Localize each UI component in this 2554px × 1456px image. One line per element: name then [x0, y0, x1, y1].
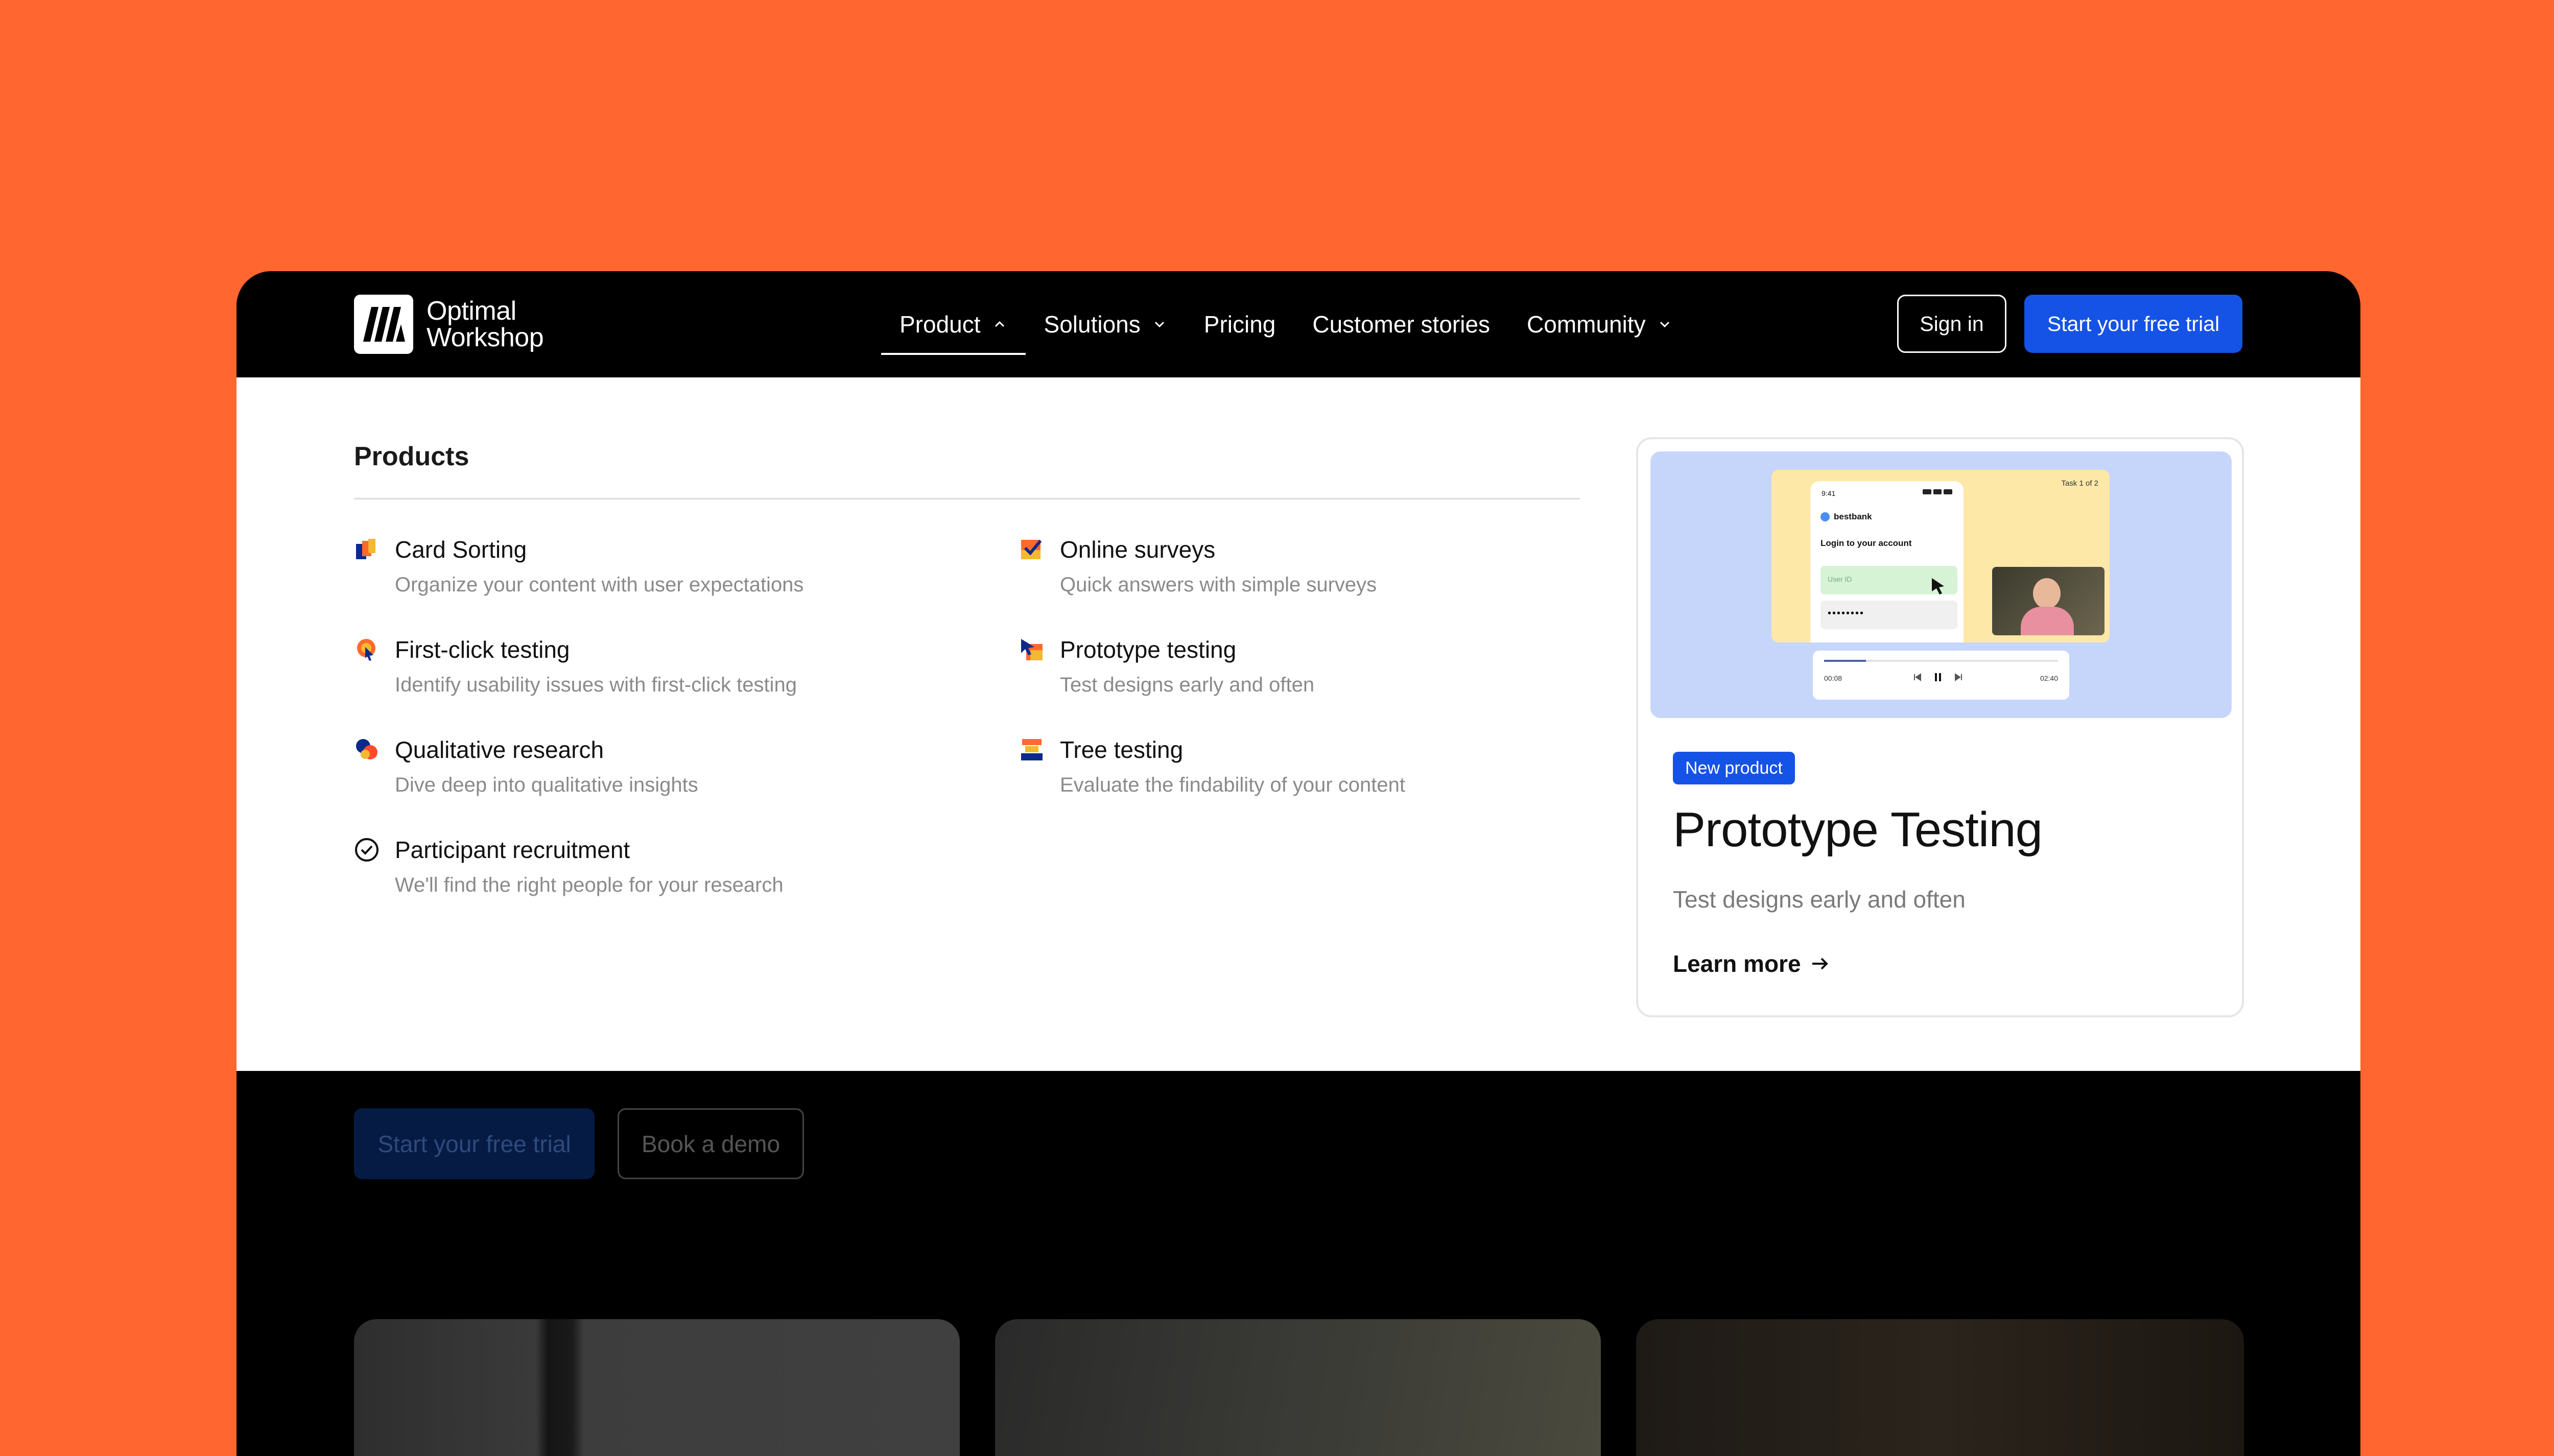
nav-product[interactable]: Product [881, 271, 1026, 377]
product-item-online-surveys[interactable]: Online surveys Quick answers with simple… [1019, 536, 1658, 596]
brand-name-line1: Optimal [427, 296, 516, 326]
time-end: 02:40 [2040, 674, 2058, 682]
learn-more-label: Learn more [1673, 950, 1801, 977]
nav-community[interactable]: Community [1508, 271, 1691, 377]
pause-icon [1935, 673, 1941, 681]
bank-header: bestbank [1820, 512, 1872, 522]
chevron-down-icon [1660, 321, 1669, 328]
item-desc: Test designs early and often [1060, 674, 1315, 696]
main-menu: Product Solutions Pricing Customer stori… [881, 271, 1691, 377]
nav-customer-stories-label: Customer stories [1312, 311, 1491, 338]
logo-mark-icon [354, 295, 413, 354]
hero-start-trial-button[interactable]: Start your free trial [354, 1108, 595, 1179]
products-dropdown: Products Card Sorting Organize your cont… [237, 377, 2360, 1071]
phone-mock: 9:41 bestbank Login to your account User… [1810, 481, 1964, 642]
nav-pricing-label: Pricing [1203, 311, 1276, 338]
start-free-trial-button[interactable]: Start your free trial [2024, 295, 2242, 353]
item-title: Qualitative research [395, 736, 604, 763]
top-nav: Optimal Workshop Product Solutions Prici… [237, 271, 2360, 377]
bank-name: bestbank [1834, 512, 1872, 521]
webcam-thumbnail [1992, 567, 2104, 635]
item-title: Tree testing [1060, 736, 1184, 763]
product-item-first-click[interactable]: First-click testing Identify usability i… [354, 636, 992, 697]
item-desc: Organize your content with user expectat… [395, 574, 804, 596]
nav-customer-stories[interactable]: Customer stories [1294, 271, 1508, 377]
nav-solutions-label: Solutions [1044, 311, 1141, 338]
skip-forward-icon [1955, 673, 1962, 681]
new-product-badge: New product [1673, 752, 1795, 784]
phone-time: 9:41 [1822, 489, 1836, 497]
task-label: Task 1 of 2 [2061, 479, 2098, 488]
product-item-card-sorting[interactable]: Card Sorting Organize your content with … [354, 536, 992, 596]
participant-face [2033, 578, 2061, 609]
product-item-qualitative-research[interactable]: Qualitative research Dive deep into qual… [354, 736, 992, 797]
user-id-placeholder: User ID [1828, 575, 1852, 583]
arrow-right-icon [1812, 958, 1828, 970]
product-item-participant-recruitment[interactable]: Participant recruitment We'll find the r… [354, 836, 992, 897]
item-title: Online surveys [1060, 536, 1216, 563]
nav-pricing[interactable]: Pricing [1186, 271, 1294, 377]
progress-track [1824, 660, 2058, 662]
online-surveys-icon [1021, 540, 1042, 559]
customer-photo-2 [995, 1319, 1601, 1456]
customer-photo-1 [354, 1319, 960, 1456]
item-title: Participant recruitment [395, 837, 630, 863]
card-subtitle: Test designs early and often [1673, 886, 1966, 913]
login-heading: Login to your account [1820, 538, 1912, 548]
nav-community-label: Community [1527, 311, 1646, 338]
bank-logo-icon [1820, 512, 1830, 521]
item-desc: Quick answers with simple surveys [1060, 574, 1377, 596]
product-item-prototype-testing[interactable]: Prototype testing Test designs early and… [1019, 636, 1658, 697]
preview-panel: Task 1 of 2 9:41 bestbank Login to your … [1771, 470, 2110, 642]
hero-book-demo-button[interactable]: Book a demo [618, 1108, 804, 1179]
item-title: Card Sorting [395, 536, 527, 563]
card-title: Prototype Testing [1673, 802, 2043, 857]
learn-more-link[interactable]: Learn more [1673, 950, 1831, 977]
customer-photo-3 [1636, 1319, 2244, 1456]
item-desc: Evaluate the findability of your content [1060, 774, 1405, 796]
brand-name-line2: Workshop [427, 323, 544, 352]
brand-logo[interactable]: Optimal Workshop [354, 295, 544, 354]
prototype-testing-icon [1021, 639, 1043, 660]
item-desc: Dive deep into qualitative insights [395, 774, 698, 796]
product-item-tree-testing[interactable]: Tree testing Evaluate the findability of… [1019, 736, 1658, 797]
browser-window: Optimal Workshop Product Solutions Prici… [237, 271, 2360, 1456]
first-click-icon [357, 639, 375, 661]
prototype-testing-preview: Task 1 of 2 9:41 bestbank Login to your … [1650, 451, 2232, 718]
password-field: •••••••• [1820, 601, 1957, 629]
status-icons [1923, 489, 1953, 494]
card-sorting-icon [356, 539, 375, 559]
item-title: Prototype testing [1060, 636, 1237, 663]
item-desc: Identify usability issues with first-cli… [395, 674, 797, 696]
featured-product-card[interactable]: Task 1 of 2 9:41 bestbank Login to your … [1636, 437, 2244, 1017]
products-heading: Products [354, 442, 469, 471]
user-id-field: User ID [1820, 566, 1957, 594]
qualitative-research-icon [356, 739, 377, 759]
check-circle-icon [355, 838, 379, 862]
divider [354, 498, 1580, 499]
nav-product-label: Product [900, 311, 981, 338]
sign-in-button[interactable]: Sign in [1897, 295, 2006, 353]
progress-fill [1824, 660, 1866, 662]
chevron-down-icon [1154, 321, 1164, 328]
item-title: First-click testing [395, 636, 570, 663]
participant-body [2021, 607, 2074, 635]
cursor-icon [1932, 578, 1944, 594]
brand-name: Optimal Workshop [427, 296, 544, 352]
nav-solutions[interactable]: Solutions [1026, 271, 1186, 377]
video-player: 00:08 02:40 [1813, 651, 2069, 700]
player-controls [1913, 672, 1963, 682]
item-desc: We'll find the right people for your res… [395, 874, 784, 896]
skip-back-icon [1914, 673, 1921, 681]
password-mask: •••••••• [1828, 608, 1865, 619]
time-start: 00:08 [1824, 674, 1842, 682]
tree-testing-icon [1021, 739, 1043, 760]
chevron-up-icon [995, 321, 1004, 327]
